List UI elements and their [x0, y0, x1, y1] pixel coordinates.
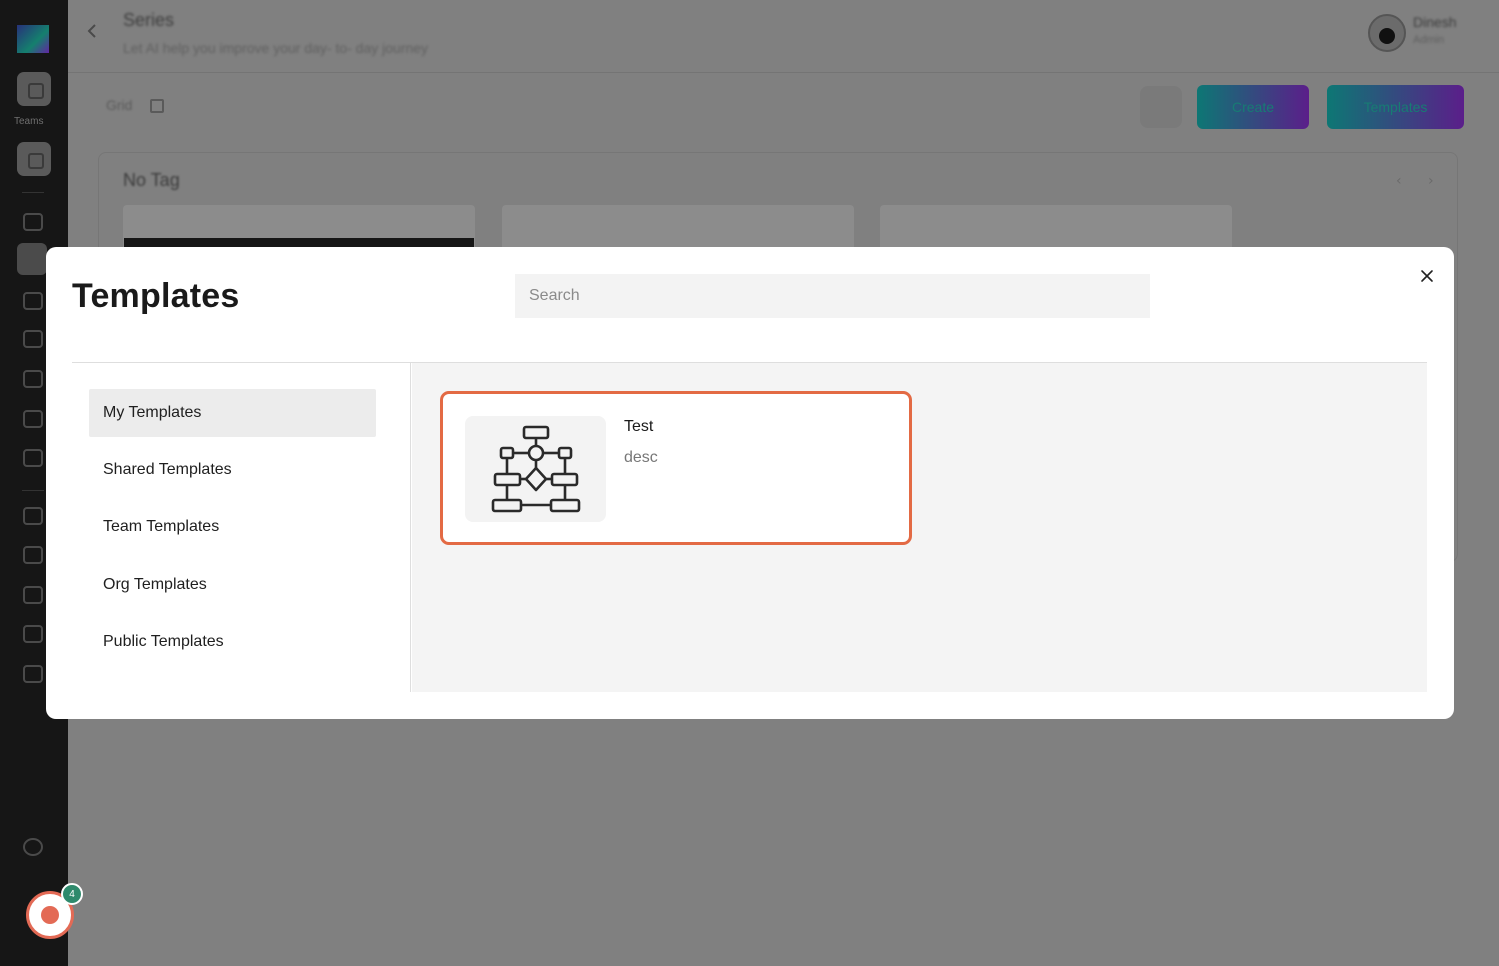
- nav-item-shared-templates[interactable]: Shared Templates: [89, 446, 376, 494]
- home-icon[interactable]: [23, 213, 43, 231]
- building-icon[interactable]: [23, 586, 43, 604]
- app-logo[interactable]: [17, 25, 49, 53]
- grid-icon[interactable]: [150, 99, 164, 113]
- close-button[interactable]: [1416, 265, 1438, 287]
- document-icon[interactable]: [23, 507, 43, 525]
- modal-title: Templates: [72, 277, 240, 315]
- close-icon: [1421, 270, 1433, 282]
- header-divider: [68, 72, 1499, 73]
- template-categories: My Templates Shared Templates Team Templ…: [72, 363, 411, 692]
- group-icon[interactable]: [23, 625, 43, 643]
- link-icon[interactable]: [23, 665, 43, 683]
- shuffle-icon[interactable]: [23, 449, 43, 467]
- templates-button[interactable]: Templates: [1327, 85, 1464, 129]
- monitor-icon[interactable]: [23, 370, 43, 388]
- users-icon[interactable]: [17, 243, 47, 275]
- avatar[interactable]: [1368, 14, 1406, 52]
- chevron-right-icon[interactable]: ›: [1428, 173, 1438, 189]
- record-icon: [41, 906, 59, 924]
- series-card-image: [124, 238, 474, 247]
- flowchart-icon: [491, 425, 580, 513]
- template-thumbnail: [465, 416, 606, 522]
- calendar-icon[interactable]: [23, 410, 43, 428]
- chevron-left-icon[interactable]: ‹: [1396, 173, 1406, 189]
- nav-item-public-templates[interactable]: Public Templates: [89, 618, 376, 666]
- create-button[interactable]: Create: [1197, 85, 1309, 129]
- page-title: Series: [123, 10, 175, 30]
- template-card[interactable]: Test desc: [440, 391, 912, 545]
- settings-icon[interactable]: [23, 838, 43, 856]
- template-list: Test desc: [412, 363, 1427, 692]
- template-description: desc: [624, 449, 658, 466]
- templates-modal: Templates My Templates Shared Templates …: [46, 247, 1454, 719]
- nav-item-org-templates[interactable]: Org Templates: [89, 561, 376, 609]
- series-card[interactable]: [502, 205, 854, 250]
- template-name: Test: [624, 418, 654, 435]
- user-icon[interactable]: [23, 292, 43, 310]
- sidebar-divider: [22, 192, 44, 193]
- chat-icon[interactable]: [23, 330, 43, 348]
- sidebar-caption: Teams: [14, 116, 44, 127]
- nav-item-team-templates[interactable]: Team Templates: [89, 503, 376, 551]
- user-name: Dinesh: [1413, 14, 1457, 30]
- search-input[interactable]: [515, 274, 1150, 318]
- notification-badge: 4: [61, 883, 83, 905]
- grid-view-label[interactable]: Grid: [106, 97, 132, 113]
- nav-item-my-templates[interactable]: My Templates: [89, 389, 376, 437]
- section-title: No Tag: [123, 170, 180, 190]
- page-subtitle: Let AI help you improve your day- to- da…: [123, 40, 429, 56]
- tools-button[interactable]: [1140, 86, 1182, 128]
- sidebar-divider: [22, 490, 44, 491]
- tag-icon[interactable]: [23, 546, 43, 564]
- series-card[interactable]: [880, 205, 1232, 250]
- user-role: Admin: [1413, 34, 1445, 46]
- back-arrow-icon[interactable]: [86, 24, 98, 38]
- sidebar-tile-home[interactable]: [17, 72, 51, 106]
- sidebar-tile-team[interactable]: [17, 142, 51, 176]
